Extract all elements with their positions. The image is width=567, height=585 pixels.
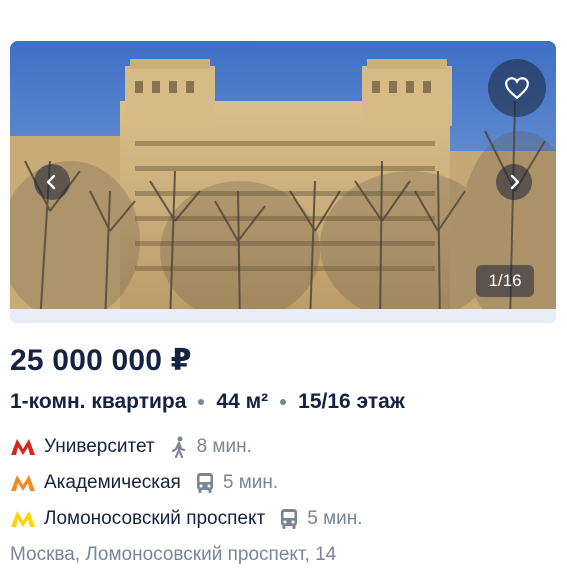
bus-icon — [279, 508, 299, 530]
favorite-button[interactable] — [488, 59, 546, 117]
prev-photo-button[interactable] — [34, 164, 70, 200]
metro-station: Академическая — [44, 472, 181, 493]
bus-icon — [195, 472, 215, 494]
separator-dot — [198, 399, 205, 405]
metro-time: 8 мин. — [196, 436, 252, 457]
metro-icon — [10, 437, 36, 457]
metro-time: 5 мин. — [222, 472, 279, 493]
walk-icon — [169, 436, 189, 458]
metro-station: Университет — [44, 436, 155, 457]
metro-item[interactable]: Ломоносовский проспект 5 мин. — [10, 508, 363, 530]
listing-params: 1-комн. квартира 44 м² 15/16 этаж — [10, 390, 405, 414]
separator-dot — [280, 399, 287, 405]
next-photo-button[interactable] — [496, 164, 532, 200]
building-photo — [10, 41, 556, 323]
chevron-right-icon — [510, 174, 520, 190]
rooms-label: 1-комн. квартира — [10, 390, 187, 413]
area-label: 44 м² — [216, 390, 269, 413]
floor-label: 15/16 этаж — [298, 390, 405, 413]
listing-card[interactable]: 1/16 25 000 000 ₽ 1-комн. квартира 44 м²… — [0, 0, 567, 585]
price: 25 000 000 ₽ — [10, 344, 192, 377]
photo-counter: 1/16 — [476, 265, 534, 297]
metro-icon — [10, 509, 36, 529]
metro-time: 5 мин. — [307, 508, 363, 529]
metro-icon — [10, 473, 36, 493]
metro-item[interactable]: Университет 8 мин. — [10, 436, 252, 458]
metro-station: Ломоносовский проспект — [44, 508, 266, 529]
metro-item[interactable]: Академическая 5 мин. — [10, 472, 278, 494]
listing-photo[interactable]: 1/16 — [10, 41, 556, 323]
address: Москва, Ломоносовский проспект, 14 — [10, 544, 337, 565]
chevron-left-icon — [46, 174, 56, 190]
heart-icon — [505, 77, 529, 100]
